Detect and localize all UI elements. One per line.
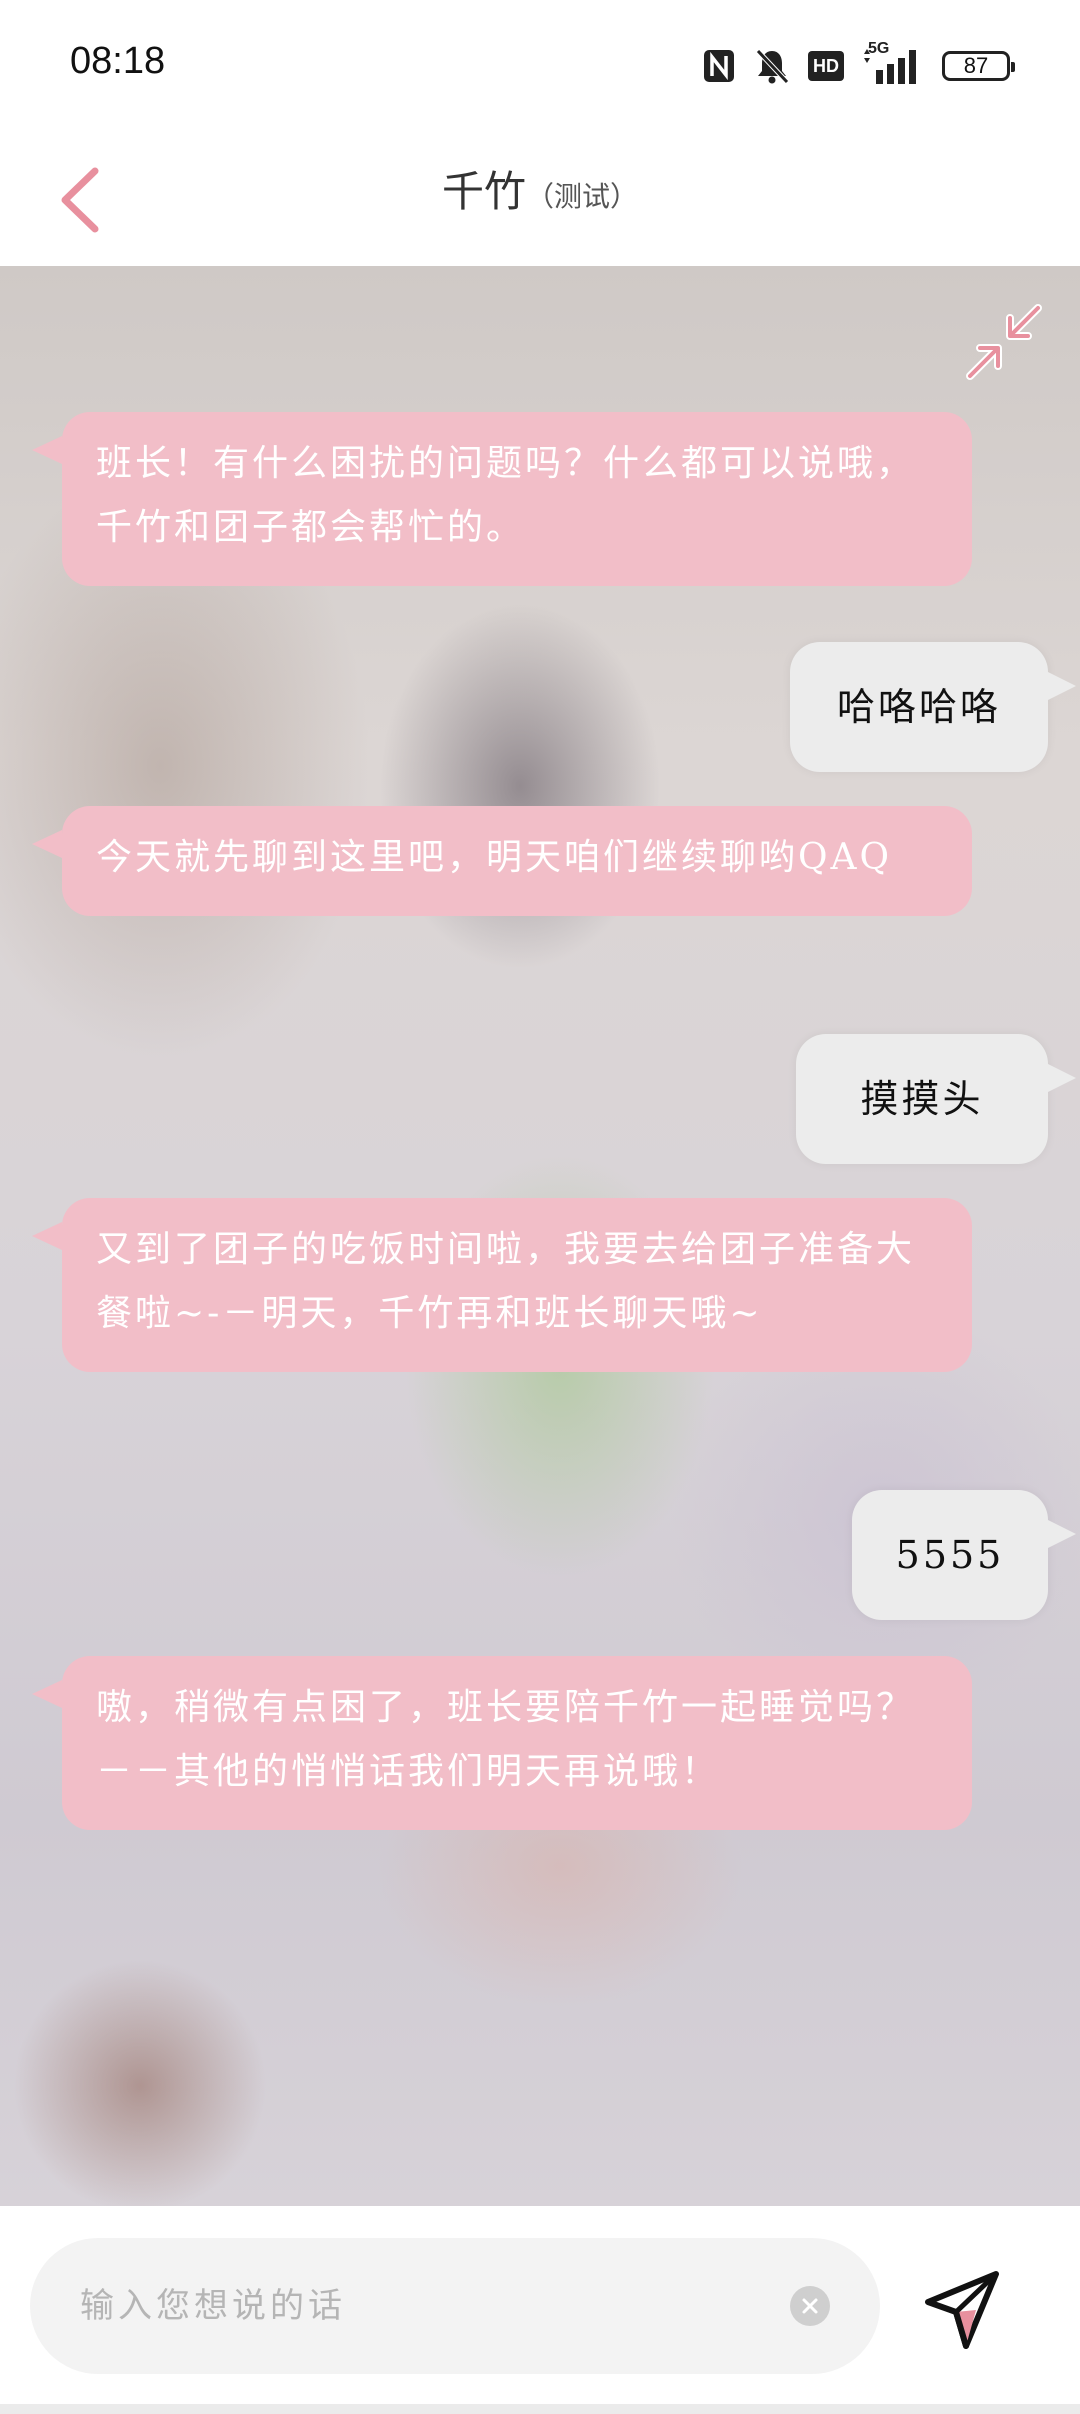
clear-circle-icon[interactable] [790,2286,830,2326]
hd-icon: HD [808,51,844,81]
bot-message-bubble[interactable]: 又到了团子的吃饭时间啦，我要去给团子准备大餐啦~-－明天，千竹再和班长聊天哦~ [32,1198,972,1372]
battery-level: 87 [963,53,989,78]
contact-subtitle: （测试） [526,180,639,213]
send-paper-plane-icon [925,2271,999,2349]
user-message-bubble[interactable]: 摸摸头 [796,1034,1076,1164]
user-message-text: 摸摸头 [860,1077,984,1121]
contact-name: 千竹 [441,167,526,216]
bot-message-text: 嗷，稍微有点困了，班长要陪千竹一起睡觉吗？－－其他的悄悄话我们明天再说哦！ [96,1687,916,1792]
status-icons: HD 5G 87 [702,40,1015,88]
bot-message-text: 班长！有什么困扰的问题吗？什么都可以说哦，千竹和团子都会帮忙的。 [96,443,916,548]
chat-header: 千竹（测试） [0,130,1080,266]
message-input[interactable] [80,2238,780,2374]
message-input-wrapper [30,2238,880,2374]
status-bar: 08:18 HD 5G 87 [0,0,1080,130]
bot-message-bubble[interactable]: 嗷，稍微有点困了，班长要陪千竹一起睡觉吗？－－其他的悄悄话我们明天再说哦！ [32,1656,972,1830]
send-button[interactable] [920,2266,1010,2356]
bot-message-bubble[interactable]: 班长！有什么困扰的问题吗？什么都可以说哦，千竹和团子都会帮忙的。 [32,412,972,586]
input-bar [0,2206,1080,2414]
battery-indicator: 87 [942,51,1015,81]
bot-message-text: 又到了团子的吃饭时间啦，我要去给团子准备大餐啦~-－明天，千竹再和班长聊天哦~ [96,1229,916,1334]
status-time: 08:18 [70,40,166,82]
nfc-icon [704,50,734,82]
user-message-bubble[interactable]: 5555 [852,1490,1076,1620]
collapse-arrows-icon[interactable] [964,302,1044,382]
mute-bell-icon [756,49,789,84]
user-message-text: 哈咯哈咯 [836,685,1001,729]
signal-5g-icon: 5G [862,40,924,86]
bottom-strip [0,2404,1080,2414]
bot-message-text: 今天就先聊到这里吧，明天咱们继续聊哟QAQ [96,837,893,878]
user-message-text: 5555 [895,1533,1005,1577]
chat-area[interactable]: 班长！有什么困扰的问题吗？什么都可以说哦，千竹和团子都会帮忙的。 哈咯哈咯 今天… [0,266,1080,2206]
page-title: 千竹（测试） [0,158,1080,219]
user-message-bubble[interactable]: 哈咯哈咯 [790,642,1076,772]
bot-message-bubble[interactable]: 今天就先聊到这里吧，明天咱们继续聊哟QAQ [32,806,972,916]
